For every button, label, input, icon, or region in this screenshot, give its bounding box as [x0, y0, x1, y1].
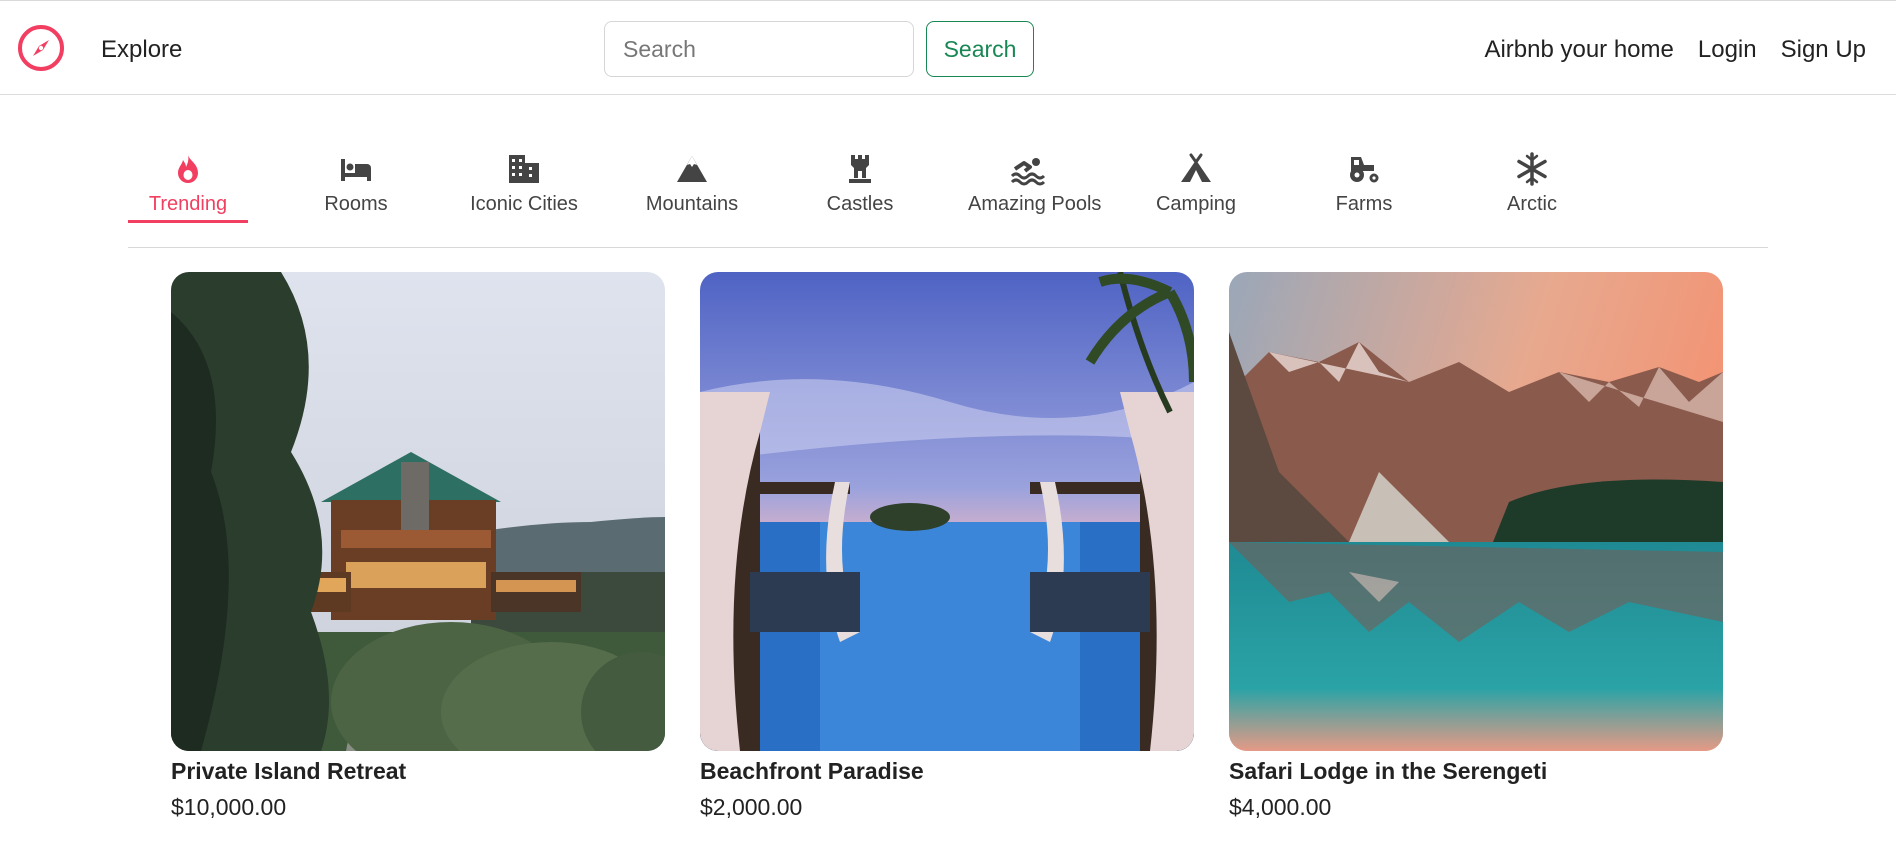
- infinity-pool-photo[interactable]: [700, 272, 1194, 751]
- search-input[interactable]: [604, 21, 914, 77]
- category-farms[interactable]: Farms: [1304, 145, 1424, 216]
- airbnb-your-home-link[interactable]: Airbnb your home: [1484, 36, 1673, 64]
- category-label: Arctic: [1507, 193, 1557, 215]
- category-amazing-pools[interactable]: Amazing Pools: [968, 145, 1102, 216]
- category-arctic[interactable]: Arctic: [1472, 145, 1592, 216]
- category-label: Mountains: [645, 193, 739, 215]
- category-label: Camping: [1155, 193, 1237, 215]
- listing-card[interactable]: Beachfront Paradise $2,000.00: [700, 272, 1194, 820]
- category-camping[interactable]: Camping: [1136, 145, 1256, 216]
- listing-card[interactable]: Private Island Retreat $10,000.00: [171, 272, 665, 820]
- category-mountains[interactable]: Mountains: [632, 145, 752, 216]
- listing-price: $4,000.00: [1229, 794, 1332, 820]
- category-iconic-cities[interactable]: Iconic Cities: [464, 145, 584, 216]
- category-trending[interactable]: Trending: [128, 145, 248, 223]
- category-bar: Trending Rooms Iconic Cities Mountains C…: [128, 145, 1768, 248]
- listing-title[interactable]: Safari Lodge in the Serengeti: [1229, 758, 1547, 785]
- category-label: Iconic Cities: [470, 193, 578, 215]
- category-label: Trending: [148, 193, 228, 215]
- lodge-photo[interactable]: [171, 272, 665, 751]
- sign-up-link[interactable]: Sign Up: [1781, 36, 1866, 64]
- header-nav-links: Airbnb your home Login Sign Up: [1484, 36, 1866, 64]
- city-icon: [509, 155, 539, 183]
- tent-icon: [1181, 153, 1211, 182]
- tractor-icon: [1350, 157, 1379, 183]
- bed-icon: [341, 159, 371, 181]
- listing-title[interactable]: Private Island Retreat: [171, 758, 406, 785]
- explore-link[interactable]: Explore: [101, 36, 182, 64]
- category-label: Rooms: [324, 193, 388, 215]
- category-castles[interactable]: Castles: [800, 145, 920, 216]
- mountain-lake-photo[interactable]: [1229, 272, 1723, 751]
- search-button[interactable]: Search: [926, 21, 1034, 77]
- swimmer-icon: [1010, 158, 1046, 186]
- top-navbar: Explore Search Airbnb your home Login Si…: [0, 0, 1896, 95]
- listing-price: $2,000.00: [700, 794, 803, 820]
- login-link[interactable]: Login: [1698, 36, 1757, 64]
- flame-icon: [178, 155, 198, 183]
- listing-title[interactable]: Beachfront Paradise: [700, 758, 924, 785]
- compass-icon[interactable]: [16, 23, 66, 73]
- snowflake-icon: [1517, 152, 1547, 186]
- category-label: Amazing Pools: [968, 193, 1102, 215]
- castle-icon: [849, 155, 871, 183]
- category-label: Castles: [826, 193, 894, 215]
- mountain-icon: [677, 156, 707, 182]
- listing-card[interactable]: Safari Lodge in the Serengeti $4,000.00: [1229, 272, 1723, 820]
- category-rooms[interactable]: Rooms: [296, 145, 416, 216]
- category-label: Farms: [1335, 193, 1393, 215]
- listing-price: $10,000.00: [171, 794, 287, 820]
